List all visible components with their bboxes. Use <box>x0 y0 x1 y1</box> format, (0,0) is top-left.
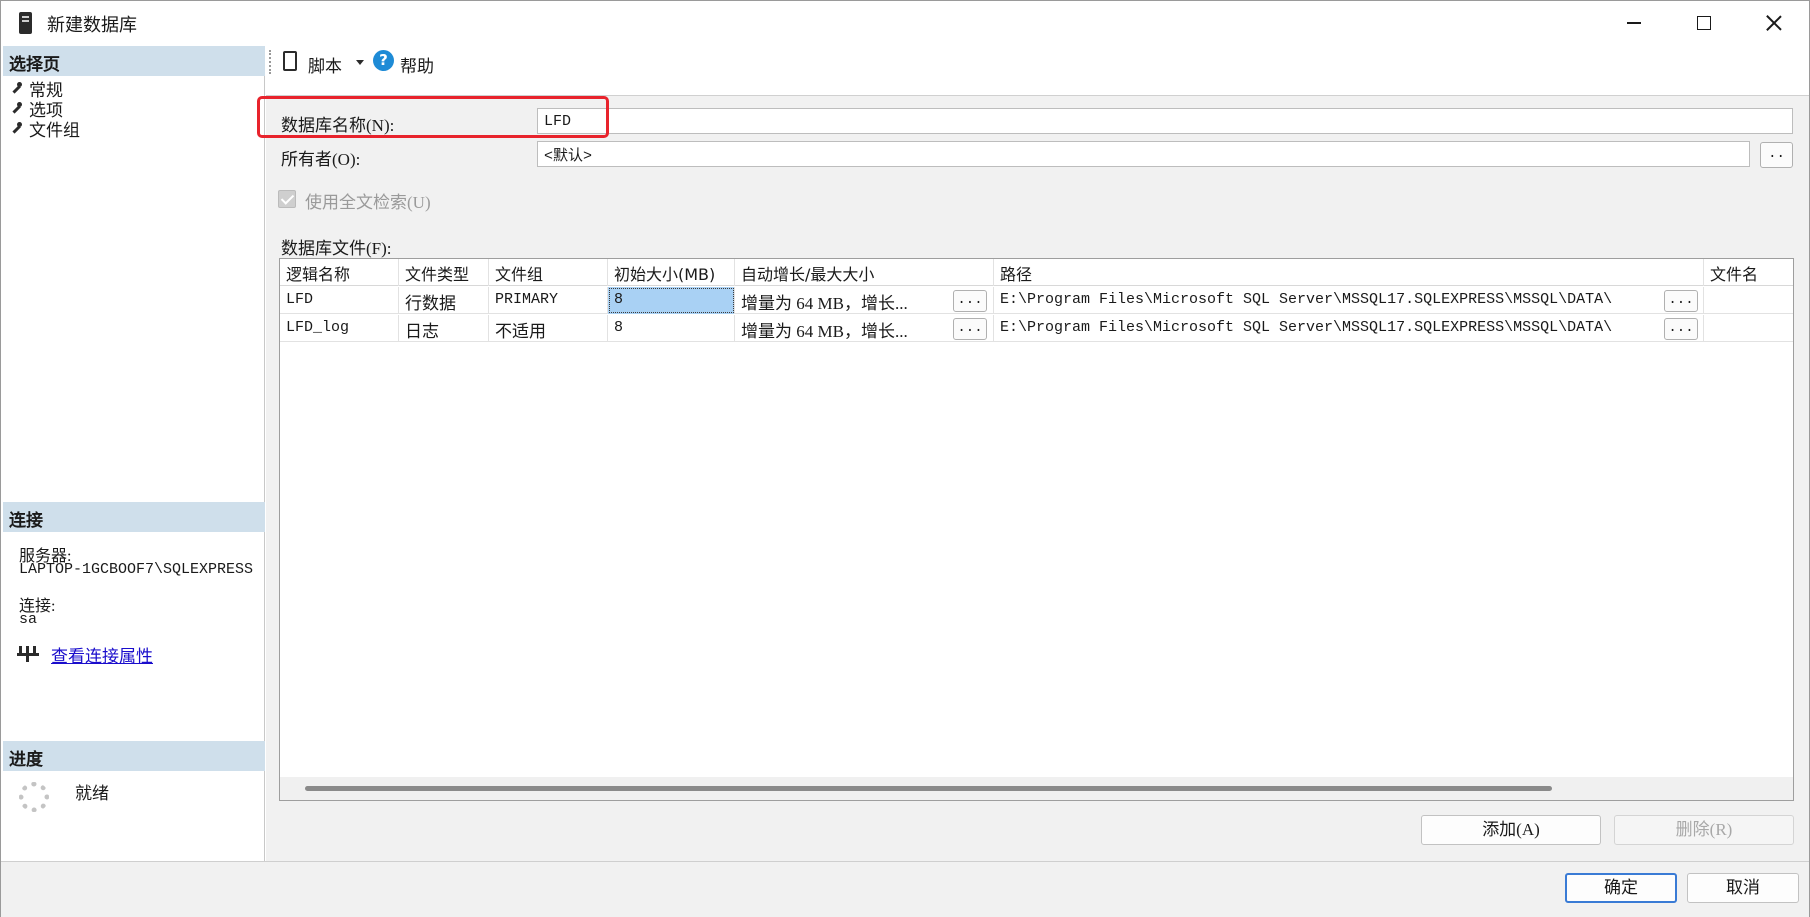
fulltext-label: 使用全文检索(U) <box>305 193 431 212</box>
database-name-input[interactable] <box>537 108 1793 134</box>
table-row[interactable]: LFD_log 日志 不适用 8 增量为 64 MB，增长... ... E:\… <box>280 315 1793 342</box>
database-files-label: 数据库文件(F): <box>281 239 392 258</box>
toolbar-grip <box>269 50 272 74</box>
window-title: 新建数据库 <box>47 15 137 36</box>
help-button[interactable]: 帮助 <box>400 52 434 77</box>
wrench-icon <box>11 122 23 134</box>
owner-label: 所有者(O): <box>281 150 361 169</box>
connection-header: 连接 <box>3 502 265 532</box>
select-page-header: 选择页 <box>3 46 265 76</box>
script-button[interactable]: 脚本 <box>308 52 342 77</box>
view-connection-properties-link[interactable]: 查看连接属性 <box>51 642 153 667</box>
scrollbar-thumb[interactable] <box>305 786 1552 791</box>
database-name-label: 数据库名称(N): <box>281 116 395 135</box>
cell-logical-name[interactable]: LFD_log <box>280 315 399 342</box>
path-text: E:\Program Files\Microsoft SQL Server\MS… <box>1000 319 1613 336</box>
cell-path[interactable]: E:\Program Files\Microsoft SQL Server\MS… <box>994 315 1704 342</box>
cell-filegroup[interactable]: PRIMARY <box>489 287 608 314</box>
column-header-logical-name[interactable]: 逻辑名称 <box>280 259 399 286</box>
autogrowth-text: 增量为 64 MB，增长... <box>741 294 908 313</box>
wrench-icon <box>11 102 23 114</box>
cell-filegroup[interactable]: 不适用 <box>489 315 608 342</box>
wrench-icon <box>11 82 23 94</box>
left-pane: 选择页 常规 选项 文件组 连接 服务器: LAPTOP-1GCBOOF7\SQ… <box>3 46 265 861</box>
grid-header: 逻辑名称 文件类型 文件组 初始大小(MB) 自动增长/最大大小 路径 文件名 <box>280 259 1793 286</box>
progress-status: 就绪 <box>75 784 109 804</box>
cell-file-name[interactable] <box>1704 287 1793 314</box>
close-button[interactable] <box>1739 1 1809 45</box>
close-icon <box>1766 15 1782 31</box>
table-row[interactable]: LFD 行数据 PRIMARY 8 增量为 64 MB，增长... ... E:… <box>280 287 1793 314</box>
database-files-grid: 逻辑名称 文件类型 文件组 初始大小(MB) 自动增长/最大大小 路径 文件名 … <box>279 258 1794 801</box>
title-bar: 新建数据库 <box>1 1 1809 45</box>
cell-path[interactable]: E:\Program Files\Microsoft SQL Server\MS… <box>994 287 1704 314</box>
cell-file-type[interactable]: 日志 <box>399 315 489 342</box>
connection-value: sa <box>19 611 38 628</box>
column-header-file-name[interactable]: 文件名 <box>1704 259 1793 286</box>
path-browse-button[interactable]: ... <box>1664 290 1698 312</box>
owner-browse-button[interactable]: .. <box>1760 142 1793 168</box>
cell-file-type[interactable]: 行数据 <box>399 287 489 314</box>
cell-initial-size[interactable]: 8 <box>608 315 735 342</box>
minimize-button[interactable] <box>1599 1 1669 45</box>
dialog-button-bar <box>1 861 1809 917</box>
script-dropdown-chevron-icon[interactable] <box>356 60 364 65</box>
column-header-path[interactable]: 路径 <box>994 259 1704 286</box>
add-button[interactable]: 添加(A) <box>1421 815 1601 845</box>
cell-file-name[interactable] <box>1704 315 1793 342</box>
column-header-initial-size[interactable]: 初始大小(MB) <box>608 259 735 286</box>
path-browse-button[interactable]: ... <box>1664 318 1698 340</box>
nav-item-label: 文件组 <box>29 120 80 141</box>
server-value: LAPTOP-1GCBOOF7\SQLEXPRESS <box>19 561 254 578</box>
column-header-autogrowth[interactable]: 自动增长/最大大小 <box>735 259 994 286</box>
database-icon <box>19 12 32 34</box>
path-text: E:\Program Files\Microsoft SQL Server\MS… <box>1000 291 1613 308</box>
help-icon[interactable]: ? <box>373 50 394 71</box>
column-header-file-type[interactable]: 文件类型 <box>399 259 489 286</box>
autogrowth-browse-button[interactable]: ... <box>953 290 987 312</box>
minimize-icon <box>1627 22 1641 24</box>
progress-header: 进度 <box>3 741 265 771</box>
cancel-button[interactable]: 取消 <box>1687 873 1799 903</box>
toolbar: 脚本 ? 帮助 <box>266 46 1809 80</box>
owner-input[interactable] <box>537 141 1750 167</box>
horizontal-scrollbar[interactable] <box>280 777 1793 800</box>
maximize-icon <box>1697 16 1711 30</box>
maximize-button[interactable] <box>1669 1 1739 45</box>
nav-item-filegroups[interactable]: 文件组 <box>11 118 80 141</box>
progress-spinner-icon <box>19 782 49 812</box>
cell-logical-name[interactable]: LFD <box>280 287 399 314</box>
remove-button[interactable]: 删除(R) <box>1614 815 1794 845</box>
column-header-filegroup[interactable]: 文件组 <box>489 259 608 286</box>
ok-button[interactable]: 确定 <box>1565 873 1677 903</box>
new-database-dialog: 新建数据库 选择页 常规 选项 文件组 连接 服务器: LAPTOP-1GCBO… <box>0 0 1810 917</box>
fulltext-checkbox[interactable] <box>278 190 296 208</box>
connection-properties-icon <box>17 646 39 662</box>
cell-initial-size[interactable]: 8 <box>608 287 735 314</box>
autogrowth-text: 增量为 64 MB，增长... <box>741 322 908 341</box>
autogrowth-browse-button[interactable]: ... <box>953 318 987 340</box>
script-icon <box>283 51 297 71</box>
